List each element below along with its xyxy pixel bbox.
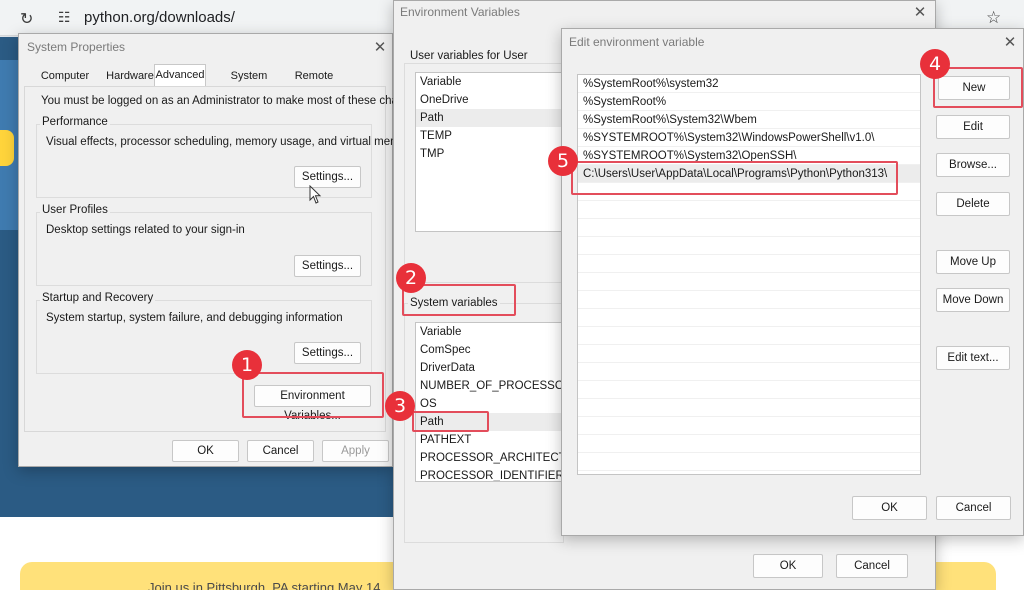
system-variables-list[interactable]: Variable ComSpec DriverData NUMBER_OF_PR… xyxy=(415,322,565,482)
step-badge-1: 1 xyxy=(232,350,262,380)
edit-env-ok-button[interactable]: OK xyxy=(852,496,927,520)
close-icon[interactable]: ✕ xyxy=(908,3,932,23)
bookmark-star-icon[interactable]: ☆ xyxy=(986,8,1001,28)
tab-computer-name[interactable]: Computer Name xyxy=(26,66,104,102)
window-title: System Properties xyxy=(27,40,126,54)
reload-icon[interactable]: ↻ xyxy=(20,9,33,29)
environment-variables-ok-button[interactable]: OK xyxy=(753,554,823,578)
step-badge-3: 3 xyxy=(385,391,415,421)
browse-button[interactable]: Browse... xyxy=(936,153,1010,177)
path-entry-empty[interactable] xyxy=(578,309,920,327)
announcement-text[interactable]: Join us in Pittsburgh, PA starting May 1… xyxy=(148,580,380,590)
tab-system-protection[interactable]: System Protection xyxy=(206,66,292,102)
path-entry-empty[interactable] xyxy=(578,291,920,309)
tab-hardware[interactable]: Hardware xyxy=(106,66,154,86)
highlight-path-variable xyxy=(412,411,489,432)
system-properties-cancel-button[interactable]: Cancel xyxy=(247,440,314,462)
admin-note: You must be logged on as an Administrato… xyxy=(41,95,427,107)
path-entry-empty[interactable] xyxy=(578,435,920,453)
startup-recovery-description: System startup, system failure, and debu… xyxy=(46,312,343,324)
move-down-button[interactable]: Move Down xyxy=(936,288,1010,312)
path-entry-empty[interactable] xyxy=(578,399,920,417)
path-entry[interactable]: %SYSTEMROOT%\System32\WindowsPowerShell\… xyxy=(578,129,920,147)
list-item[interactable]: TEMP xyxy=(416,127,564,145)
tab-remote[interactable]: Remote xyxy=(294,66,334,86)
performance-label: Performance xyxy=(40,116,110,128)
list-item[interactable]: OneDrive xyxy=(416,91,564,109)
path-entry[interactable]: %SystemRoot% xyxy=(578,93,920,111)
step-badge-4: 4 xyxy=(920,49,950,79)
mouse-cursor-icon xyxy=(309,185,322,204)
user-profiles-description: Desktop settings related to your sign-in xyxy=(46,224,245,236)
path-entry-empty[interactable] xyxy=(578,201,920,219)
path-entry-empty[interactable] xyxy=(578,327,920,345)
highlight-python-path-entry xyxy=(571,161,898,195)
list-item[interactable]: DriverData xyxy=(416,359,564,377)
list-item[interactable]: PROCESSOR_ARCHITECTURE xyxy=(416,449,564,467)
edit-button[interactable]: Edit xyxy=(936,115,1010,139)
list-item[interactable]: ComSpec xyxy=(416,341,564,359)
user-profiles-label: User Profiles xyxy=(40,204,110,216)
path-entry-empty[interactable] xyxy=(578,345,920,363)
environment-variables-cancel-button[interactable]: Cancel xyxy=(836,554,908,578)
address-bar[interactable]: python.org/downloads/ xyxy=(84,9,235,26)
path-entry-empty[interactable] xyxy=(578,453,920,471)
window-title: Edit environment variable xyxy=(569,35,705,49)
list-item[interactable]: Path xyxy=(416,109,564,127)
list-item[interactable]: PROCESSOR_IDENTIFIER xyxy=(416,467,564,481)
path-entry-empty[interactable] xyxy=(578,219,920,237)
tab-advanced[interactable]: Advanced xyxy=(154,64,206,86)
close-icon[interactable]: ✕ xyxy=(998,33,1022,53)
performance-description: Visual effects, processor scheduling, me… xyxy=(46,136,416,148)
startup-recovery-settings-button[interactable]: Settings... xyxy=(294,342,361,364)
user-variables-list[interactable]: Variable OneDrive Path TEMP TMP xyxy=(415,72,565,232)
system-properties-ok-button[interactable]: OK xyxy=(172,440,239,462)
list-header[interactable]: Variable xyxy=(416,73,564,91)
move-up-button[interactable]: Move Up xyxy=(936,250,1010,274)
user-profiles-settings-button[interactable]: Settings... xyxy=(294,255,361,277)
path-entry-empty[interactable] xyxy=(578,417,920,435)
path-entry-empty[interactable] xyxy=(578,255,920,273)
user-variables-label: User variables for User xyxy=(408,50,530,62)
edit-text-button[interactable]: Edit text... xyxy=(936,346,1010,370)
startup-recovery-label: Startup and Recovery xyxy=(40,292,156,304)
window-title: Environment Variables xyxy=(400,5,520,19)
system-properties-tabs: Computer Name Hardware Advanced System P… xyxy=(24,64,394,102)
edit-env-cancel-button[interactable]: Cancel xyxy=(936,496,1011,520)
delete-button[interactable]: Delete xyxy=(936,192,1010,216)
path-entry-empty[interactable] xyxy=(578,237,920,255)
list-header[interactable]: Variable xyxy=(416,323,564,341)
path-entries-list[interactable]: %SystemRoot%\system32 %SystemRoot% %Syst… xyxy=(577,74,921,475)
path-entry-empty[interactable] xyxy=(578,273,920,291)
system-properties-apply-button[interactable]: Apply xyxy=(322,440,389,462)
python-logo-yellow xyxy=(0,130,14,166)
highlight-environment-variables xyxy=(242,372,384,418)
step-badge-5: 5 xyxy=(548,146,578,176)
path-entry[interactable]: %SystemRoot%\System32\Wbem xyxy=(578,111,920,129)
site-settings-icon[interactable]: ☷ xyxy=(58,9,71,26)
step-badge-2: 2 xyxy=(396,263,426,293)
path-entry[interactable]: %SystemRoot%\system32 xyxy=(578,75,920,93)
list-item[interactable]: NUMBER_OF_PROCESSORS xyxy=(416,377,564,395)
list-item[interactable]: PATHEXT xyxy=(416,431,564,449)
close-icon[interactable]: ✕ xyxy=(368,38,392,58)
path-entry-empty[interactable] xyxy=(578,381,920,399)
list-item[interactable]: TMP xyxy=(416,145,564,163)
path-entry-empty[interactable] xyxy=(578,363,920,381)
performance-settings-button[interactable]: Settings... xyxy=(294,166,361,188)
